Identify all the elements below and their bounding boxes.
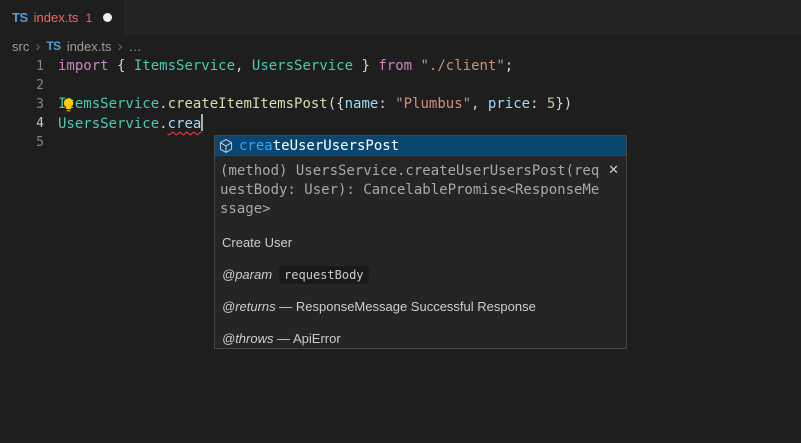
lightbulb-quickfix-icon[interactable] (61, 97, 76, 113)
doc-tags: @paramrequestBody@returns — ResponseMess… (220, 267, 621, 347)
tab-bar: TS index.ts 1 (0, 0, 801, 35)
line-number: 1 (0, 57, 44, 76)
code-token: crea (168, 116, 202, 132)
code-token: , (235, 58, 252, 74)
code-token: . (159, 96, 167, 112)
breadcrumb-item-src[interactable]: src (12, 39, 29, 54)
suggest-widget: createUserUsersPost (method) UsersServic… (214, 135, 627, 349)
code-token: : (378, 96, 395, 112)
typescript-file-icon: TS (46, 39, 60, 53)
code-text[interactable] (44, 76, 58, 95)
chevron-right-icon: › (118, 39, 123, 54)
code-token: price (488, 96, 530, 112)
doc-tag-label: @param (222, 267, 272, 282)
symbol-method-icon (218, 138, 234, 154)
suggest-item-createUserUsersPost[interactable]: createUserUsersPost (215, 136, 626, 155)
code-token: . (159, 116, 167, 132)
breadcrumb: src › TS index.ts › … (12, 35, 142, 57)
doc-tag-text: — ApiError (274, 331, 341, 346)
code-token: } (353, 58, 378, 74)
code-token: { (109, 58, 134, 74)
breadcrumb-item-file[interactable]: index.ts (67, 39, 112, 54)
unsaved-changes-dot-icon[interactable] (103, 13, 112, 22)
code-line: 3ItemsService.createItemItemsPost({name:… (0, 95, 801, 114)
doc-tag-line: @returns — ResponseMessage Successful Re… (222, 299, 621, 315)
text-cursor (201, 114, 203, 131)
code-text[interactable]: ItemsService.createItemItemsPost({name: … (44, 95, 572, 114)
tab-error-count-badge: 1 (85, 11, 92, 25)
line-number: 2 (0, 76, 44, 95)
code-token: UsersService (252, 58, 353, 74)
line-number: 5 (0, 133, 44, 152)
suggest-item-label: createUserUsersPost (239, 138, 399, 154)
code-token: createItemItemsPost (168, 96, 328, 112)
code-text[interactable]: UsersService.crea (44, 114, 203, 133)
code-token (412, 58, 420, 74)
code-token: name (345, 96, 379, 112)
doc-tag-text: — ResponseMessage Successful Response (276, 299, 536, 314)
code-token: "./client" (421, 58, 505, 74)
tab-filename: index.ts (34, 10, 79, 25)
breadcrumb-item-symbol[interactable]: … (129, 39, 142, 54)
doc-tag-label: @throws (222, 331, 274, 346)
code-token: from (378, 58, 412, 74)
doc-summary: Create User (222, 235, 621, 251)
code-text[interactable]: import { ItemsService, UsersService } fr… (44, 57, 513, 76)
code-token: UsersService (58, 116, 159, 132)
line-number: 4 (0, 114, 44, 133)
suggest-match-text: crea (239, 138, 273, 154)
code-text[interactable] (44, 133, 58, 152)
code-token: "Plumbus" (395, 96, 471, 112)
code-token: ItemsService (134, 58, 235, 74)
code-line: 2 (0, 76, 801, 95)
code-token: }) (555, 96, 572, 112)
code-token: : (530, 96, 547, 112)
code-token: , (471, 96, 488, 112)
code-line: 4UsersService.crea (0, 114, 801, 133)
code-token: ; (505, 58, 513, 74)
close-icon[interactable]: ✕ (608, 162, 619, 178)
method-signature: (method) UsersService.createUserUsersPos… (220, 162, 603, 219)
doc-tag-line: @param requestBody (222, 267, 621, 283)
doc-tag-label: @returns (222, 299, 276, 314)
doc-tag-line: @throws — ApiError (222, 331, 621, 347)
typescript-file-icon: TS (12, 10, 28, 25)
doc-param-chip: requestBody (279, 266, 368, 284)
suggest-docs-panel: (method) UsersService.createUserUsersPos… (215, 155, 626, 348)
code-token: ({ (328, 96, 345, 112)
code-token: import (58, 58, 109, 74)
suggest-rest-text: teUserUsersPost (273, 138, 399, 154)
code-line: 1import { ItemsService, UsersService } f… (0, 57, 801, 76)
line-number: 3 (0, 95, 44, 114)
tab-index-ts[interactable]: TS index.ts 1 (0, 0, 124, 35)
chevron-right-icon: › (35, 39, 40, 54)
